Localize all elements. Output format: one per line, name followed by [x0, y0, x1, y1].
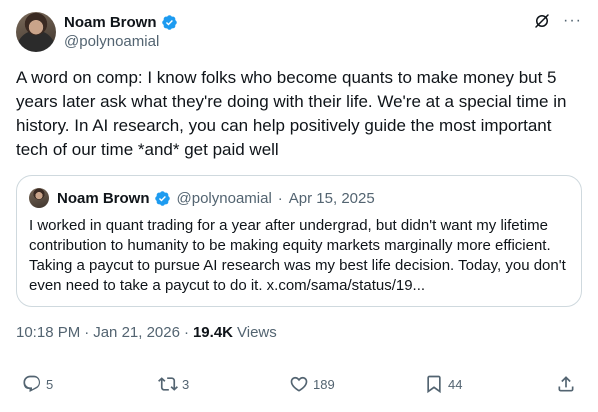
bookmark-button[interactable]: 44 — [424, 374, 462, 394]
quote-text: I worked in quant trading for a year aft… — [29, 217, 566, 294]
repost-count: 3 — [182, 376, 190, 392]
quote-date: Apr 15, 2025 — [288, 189, 375, 207]
verified-badge-icon — [154, 190, 170, 206]
views-label: Views — [237, 324, 277, 341]
tweet-date[interactable]: Jan 21, 2026 — [93, 324, 180, 341]
avatar[interactable] — [16, 12, 56, 52]
reply-icon — [23, 375, 41, 392]
bookmark-icon — [427, 375, 441, 394]
author-handle[interactable]: @polynoamial — [64, 33, 178, 50]
action-bar: 5 3 189 44 — [0, 374, 598, 398]
reply-count: 5 — [46, 376, 54, 392]
views-count: 19.4K — [192, 324, 233, 341]
author-block: Noam Brown @polynoamial — [64, 12, 178, 50]
tweet-text: A word on comp: I know folks who become … — [16, 68, 567, 159]
more-icon[interactable]: ··· — [563, 12, 582, 30]
repost-button[interactable]: 3 — [158, 374, 189, 394]
like-count: 189 — [313, 376, 335, 392]
repost-icon — [158, 377, 178, 391]
quote-author-handle: @polynoamial — [176, 189, 272, 207]
reply-button[interactable]: 5 — [22, 374, 53, 394]
like-button[interactable]: 189 — [289, 374, 335, 394]
tweet-time[interactable]: 10:18 PM — [16, 324, 80, 341]
author-name[interactable]: Noam Brown — [64, 14, 157, 31]
bookmark-count: 44 — [448, 376, 463, 392]
share-button[interactable] — [556, 374, 576, 394]
quoted-tweet[interactable]: Noam Brown @polynoamial · Apr 15, 2025 I… — [16, 175, 582, 307]
quote-author-name: Noam Brown — [57, 189, 150, 207]
quote-avatar — [29, 188, 49, 208]
share-icon — [558, 376, 574, 392]
verified-badge-icon — [161, 14, 177, 30]
grok-icon[interactable] — [533, 12, 551, 30]
timestamp-row: 10:18 PM · Jan 21, 2026 · 19.4K Views — [16, 324, 277, 341]
heart-icon — [290, 376, 308, 392]
quote-separator: · — [277, 189, 283, 207]
